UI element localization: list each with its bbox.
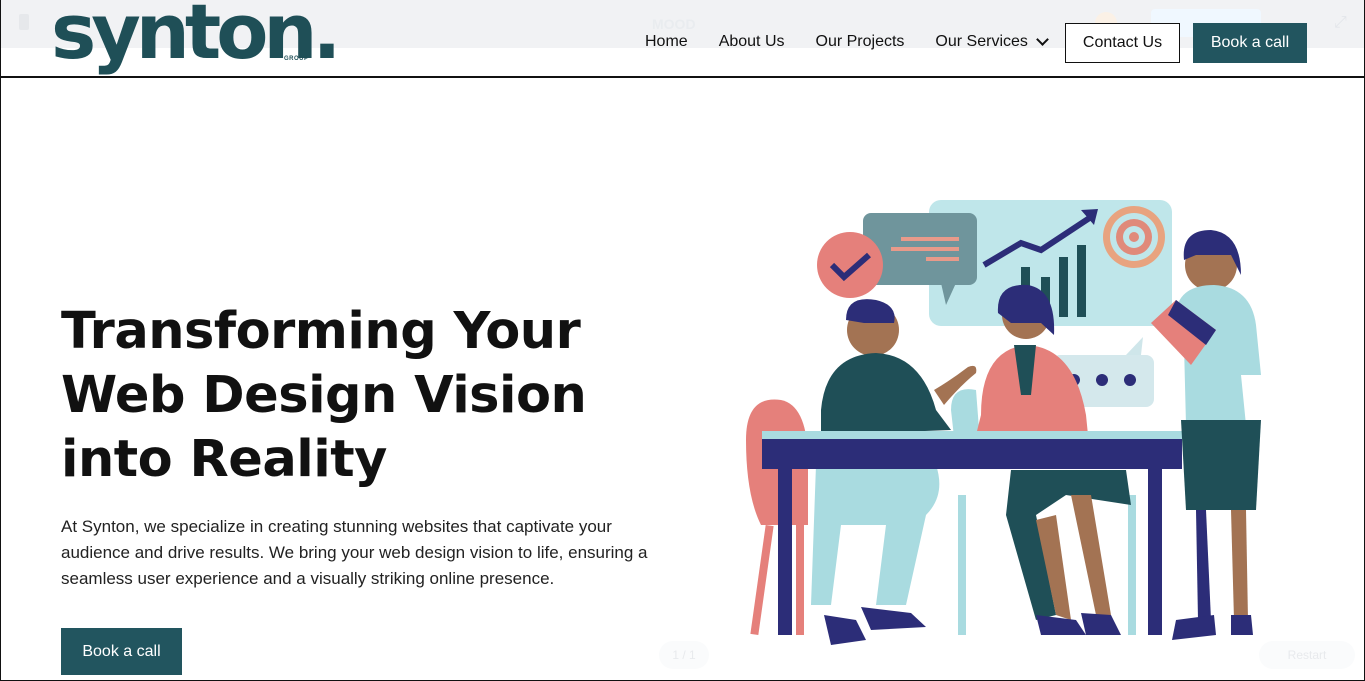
logo-wordmark: synton. [51,0,341,76]
check-bubble-icon [817,232,883,298]
chevron-down-icon [1036,33,1049,46]
main-nav: Home About Us Our Projects Our Services [645,33,1078,51]
page: MOOD ⤢ synton. GROUP Home About Us Our P… [0,0,1365,681]
logo-subtext: GROUP [284,56,309,62]
hero-description: At Synton, we specialize in creating stu… [61,517,648,588]
nav-home[interactable]: Home [645,33,688,51]
restart-button[interactable]: Restart [1259,641,1355,669]
page-counter: 1 / 1 [659,641,709,669]
nav-our-services[interactable]: Our Services [935,33,1049,51]
nav-our-projects[interactable]: Our Projects [816,33,905,51]
nav-our-services-label: Our Services [935,33,1028,50]
logo[interactable]: synton. GROUP [51,0,341,76]
hero-title: Transforming Your Web Design Vision into… [61,302,587,489]
book-call-header-button[interactable]: Book a call [1193,23,1307,63]
contact-us-button[interactable]: Contact Us [1065,23,1180,63]
book-call-hero-button[interactable]: Book a call [61,628,182,675]
nav-about-us[interactable]: About Us [719,33,785,51]
site-header: synton. GROUP Home About Us Our Projects… [1,0,1364,78]
team-meeting-illustration [746,200,1261,645]
